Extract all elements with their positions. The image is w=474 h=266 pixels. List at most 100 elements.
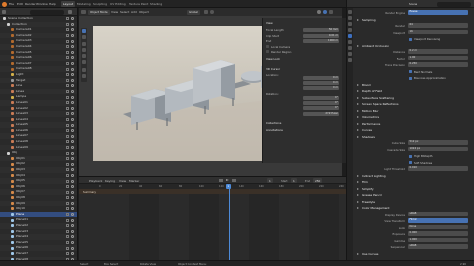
panel-expand-icon[interactable] (357, 116, 359, 118)
play-icon[interactable] (226, 179, 229, 181)
properties-section-header[interactable]: Film (362, 180, 368, 184)
property-value-field[interactable]: sRGB (408, 211, 468, 217)
visibility-eye-icon[interactable] (71, 252, 74, 256)
select-tool-icon[interactable] (82, 29, 86, 33)
playhead[interactable] (229, 184, 230, 261)
render-camera-icon[interactable] (66, 179, 69, 183)
visibility-eye-icon[interactable] (71, 241, 74, 245)
collections-section[interactable]: Collections (266, 121, 281, 125)
properties-section-header[interactable]: Freestyle (362, 200, 375, 204)
property-checkbox[interactable] (409, 37, 412, 41)
render-camera-icon[interactable] (66, 252, 69, 256)
tab-layout[interactable]: Layout (61, 1, 76, 7)
clip-start-field[interactable]: 0.01 m (303, 33, 339, 38)
menu-marker[interactable]: Marker (129, 179, 139, 183)
render-camera-icon[interactable] (66, 241, 69, 245)
modifier-tab-icon[interactable] (348, 52, 352, 56)
property-value-field[interactable]: None (408, 224, 468, 230)
properties-section-header[interactable]: Shadows (362, 135, 375, 139)
menu-file[interactable]: File (9, 2, 14, 6)
world-tab-icon[interactable] (348, 40, 352, 44)
rotate-tool-icon[interactable] (82, 48, 86, 52)
visibility-eye-icon[interactable] (71, 22, 74, 26)
blender-logo-icon[interactable] (2, 1, 7, 7)
tab-texture-paint[interactable]: Texture Paint (127, 1, 150, 7)
render-camera-icon[interactable] (66, 67, 69, 71)
visibility-eye-icon[interactable] (71, 218, 74, 222)
panel-expand-icon[interactable] (357, 200, 359, 203)
visibility-eye-icon[interactable] (71, 73, 74, 77)
panel-expand-icon[interactable] (357, 129, 359, 131)
panel-expand-icon[interactable] (357, 103, 359, 105)
clip-end-field[interactable]: 1000 m (303, 38, 339, 43)
render-camera-icon[interactable] (66, 45, 69, 49)
output-tab-icon[interactable] (348, 22, 352, 26)
visibility-eye-icon[interactable] (71, 112, 74, 116)
cursor-location-z[interactable]: 0 m (303, 86, 339, 91)
panel-expand-icon[interactable] (357, 109, 359, 112)
proportional-edit-icon[interactable] (210, 10, 214, 14)
render-camera-icon[interactable] (66, 151, 69, 155)
tab-sculpting[interactable]: Sculpting (91, 1, 109, 7)
shading-options-icon[interactable] (329, 10, 333, 14)
render-camera-icon[interactable] (66, 123, 69, 127)
panel-expand-icon[interactable] (357, 44, 359, 47)
visibility-eye-icon[interactable] (71, 229, 74, 233)
render-camera-icon[interactable] (66, 39, 69, 43)
render-camera-icon[interactable] (66, 145, 69, 149)
render-camera-icon[interactable] (66, 73, 69, 77)
properties-section-header[interactable]: Indirect Lighting (362, 174, 386, 178)
visibility-eye-icon[interactable] (71, 201, 74, 205)
visibility-eye-icon[interactable] (71, 151, 74, 155)
tool-tab-icon[interactable] (348, 10, 352, 14)
property-checkbox[interactable] (409, 70, 412, 73)
visibility-eye-icon[interactable] (71, 196, 74, 200)
visibility-eye-icon[interactable] (71, 129, 74, 133)
visibility-eye-icon[interactable] (71, 95, 74, 99)
visibility-eye-icon[interactable] (71, 145, 74, 149)
property-value-field[interactable]: 0.2 m (408, 49, 468, 54)
properties-section-header[interactable]: Subsurface Scattering (362, 96, 394, 100)
menu-render[interactable]: Render (25, 2, 36, 6)
property-value-field[interactable]: Eevee (408, 10, 468, 15)
panel-expand-icon[interactable] (357, 174, 359, 177)
menu-playback[interactable]: Playback (89, 179, 102, 183)
property-value-field[interactable]: 1.000 (408, 237, 468, 243)
visibility-eye-icon[interactable] (71, 62, 74, 66)
properties-section-header[interactable]: Depth of Field (362, 89, 382, 93)
property-value-field[interactable]: 0.010 (408, 166, 468, 171)
panel-expand-icon[interactable] (357, 181, 359, 183)
visibility-eye-icon[interactable] (71, 173, 74, 177)
properties-section-header[interactable]: Sampling (362, 18, 376, 22)
visibility-eye-icon[interactable] (71, 207, 74, 211)
visibility-eye-icon[interactable] (71, 84, 74, 88)
render-region-checkbox[interactable] (266, 50, 269, 53)
render-camera-icon[interactable] (66, 168, 69, 172)
render-camera-icon[interactable] (66, 34, 69, 38)
menu-help[interactable]: Help (49, 2, 56, 6)
annotate-tool-icon[interactable] (82, 68, 86, 72)
jump-start-icon[interactable] (219, 179, 223, 182)
render-camera-icon[interactable] (66, 22, 69, 26)
panel-expand-icon[interactable] (357, 122, 359, 125)
property-checkbox[interactable] (409, 76, 412, 80)
view-lock-section[interactable]: View Lock (266, 57, 280, 61)
panel-expand-icon[interactable] (357, 207, 359, 209)
render-camera-icon[interactable] (66, 62, 69, 66)
visibility-eye-icon[interactable] (71, 123, 74, 127)
visibility-eye-icon[interactable] (71, 101, 74, 105)
properties-section-header[interactable]: Ambient Occlusion (362, 44, 389, 48)
measure-tool-icon[interactable] (82, 74, 86, 78)
tab-uv-editing[interactable]: UV Editing (108, 1, 128, 7)
render-camera-icon[interactable] (66, 207, 69, 211)
panel-expand-icon[interactable] (357, 96, 359, 99)
move-tool-icon[interactable] (82, 42, 86, 46)
cursor-location-y[interactable]: 0 m (303, 81, 339, 86)
visibility-eye-icon[interactable] (71, 157, 74, 161)
properties-search-input[interactable] (437, 1, 471, 7)
rotation-mode-select[interactable]: XYZ Euler (303, 112, 339, 117)
render-camera-icon[interactable] (66, 218, 69, 222)
jump-end-icon[interactable] (232, 179, 236, 182)
filter-icon[interactable] (68, 10, 72, 14)
render-camera-icon[interactable] (66, 173, 69, 177)
